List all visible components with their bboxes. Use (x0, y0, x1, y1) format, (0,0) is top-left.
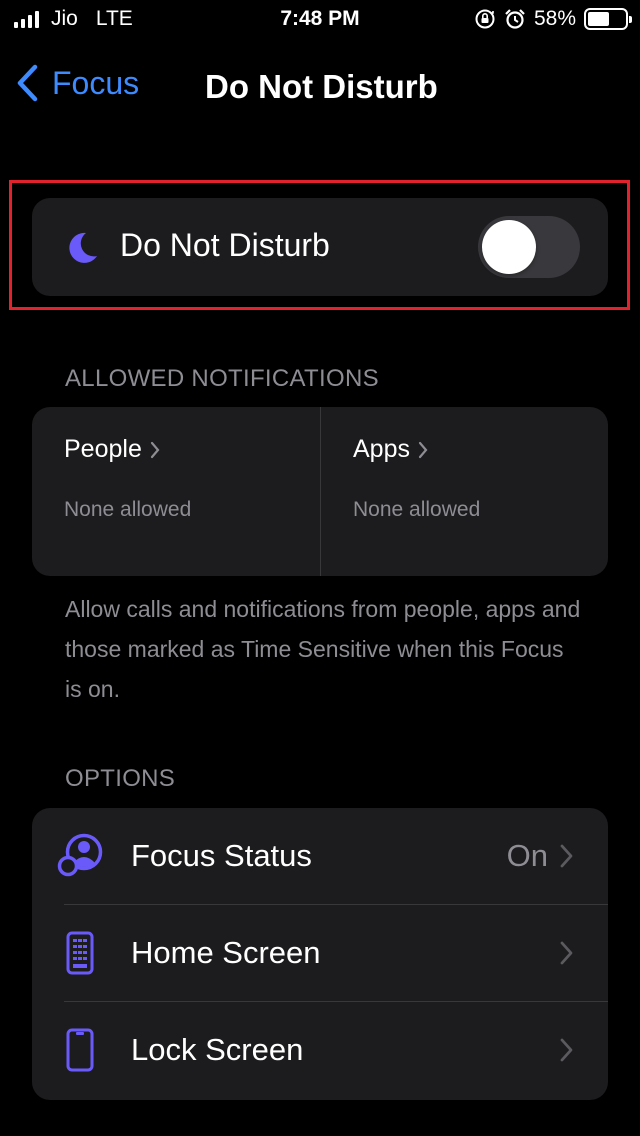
back-button[interactable]: Focus (16, 64, 139, 102)
allowed-notifications-card: People None allowed Apps None allowed (32, 407, 608, 576)
chevron-right-icon (560, 844, 573, 868)
apps-button[interactable]: Apps None allowed (320, 407, 608, 576)
battery-icon (584, 8, 632, 30)
nav-bar: Focus Do Not Disturb (0, 58, 640, 114)
focus-status-row[interactable]: Focus Status On (32, 808, 608, 905)
apps-label: Apps (353, 435, 410, 463)
lock-screen-label: Lock Screen (131, 1032, 304, 1067)
options-header: OPTIONS (65, 765, 176, 792)
chevron-right-icon (560, 1038, 573, 1062)
chevron-right-icon (150, 441, 160, 458)
status-bar: Jio LTE 7:48 PM 58% (0, 0, 640, 40)
lock-screen-icon (54, 1022, 106, 1078)
people-status: None allowed (64, 498, 192, 521)
apps-status: None allowed (353, 498, 481, 521)
chevron-right-icon (560, 941, 573, 965)
focus-status-icon (54, 828, 106, 884)
chevron-right-icon (418, 441, 428, 458)
allowed-notifications-header: ALLOWED NOTIFICATIONS (65, 365, 379, 392)
focus-status-value: On (506, 838, 548, 873)
back-label: Focus (52, 64, 140, 101)
people-title: People (64, 435, 160, 464)
lock-screen-row[interactable]: Lock Screen (32, 1002, 608, 1099)
focus-status-label: Focus Status (131, 838, 312, 873)
apps-title: Apps (353, 435, 428, 464)
alarm-icon (505, 9, 525, 29)
page-title: Do Not Disturb (205, 68, 438, 105)
home-screen-label: Home Screen (131, 935, 321, 970)
battery-percent: 58% (533, 7, 576, 30)
people-label: People (64, 435, 142, 463)
home-screen-icon (54, 925, 106, 981)
chevron-left-icon (17, 64, 38, 102)
people-button[interactable]: People None allowed (32, 407, 320, 576)
status-right: 58% (474, 7, 632, 31)
battery-fill (588, 12, 609, 26)
home-screen-row[interactable]: Home Screen (32, 905, 608, 1002)
allowed-notifications-footer: Allow calls and notifications from peopl… (65, 596, 581, 702)
options-card: Focus Status On Home Screen Lock Screen (32, 808, 608, 1100)
highlight-box (9, 180, 630, 310)
orientation-lock-icon (475, 9, 495, 29)
